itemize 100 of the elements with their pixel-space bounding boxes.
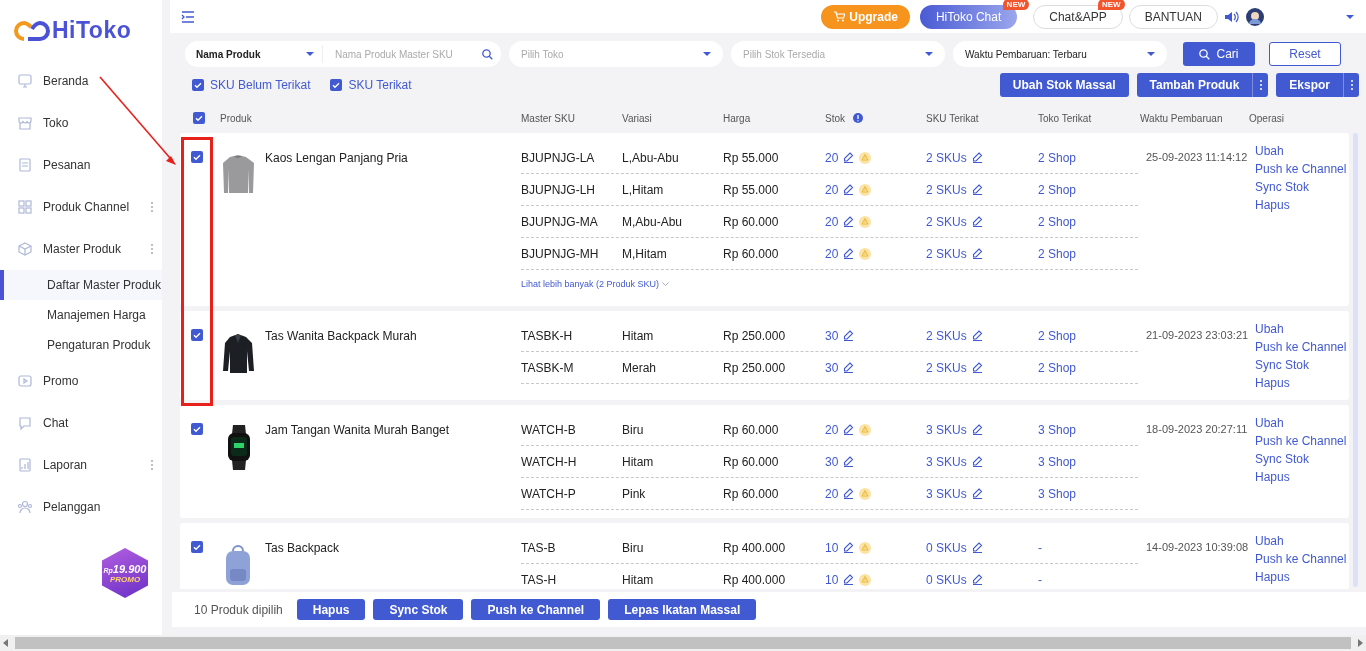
edit-icon[interactable] bbox=[843, 330, 855, 341]
stock-link[interactable]: 30 bbox=[825, 328, 839, 343]
linked-sku-link[interactable]: 3 SKUs bbox=[926, 486, 967, 501]
action-button[interactable]: Ekspor bbox=[1276, 73, 1343, 97]
linked-sku-link[interactable]: 2 SKUs bbox=[926, 182, 967, 197]
shop-link[interactable]: 2 Shop bbox=[1038, 246, 1077, 261]
stock-link[interactable]: 20 bbox=[825, 214, 839, 229]
edit-icon[interactable] bbox=[971, 362, 983, 373]
scrollbar[interactable] bbox=[0, 635, 1366, 651]
action-button[interactable]: Tambah Produk bbox=[1136, 73, 1253, 97]
top-button[interactable]: BANTUAN bbox=[1128, 4, 1218, 29]
nav-item[interactable]: Produk Channel bbox=[0, 186, 162, 228]
shop-link[interactable]: 3 Shop bbox=[1038, 454, 1077, 469]
stock-link[interactable]: 10 bbox=[825, 540, 839, 555]
submenu-item[interactable]: Pengaturan Produk bbox=[0, 330, 162, 360]
checkbox[interactable] bbox=[191, 423, 203, 435]
edit-icon[interactable] bbox=[971, 216, 983, 227]
stock-link[interactable]: 30 bbox=[825, 454, 839, 469]
edit-icon[interactable] bbox=[843, 216, 855, 227]
shop-link[interactable]: 2 Shop bbox=[1038, 182, 1077, 197]
operation-link[interactable]: Ubah bbox=[1255, 142, 1284, 160]
operation-link[interactable]: Push ke Channel bbox=[1255, 432, 1347, 450]
linked-sku-link[interactable]: 2 SKUs bbox=[926, 328, 967, 343]
edit-icon[interactable] bbox=[971, 542, 983, 553]
stock-link[interactable]: 20 bbox=[825, 422, 839, 437]
operation-link[interactable]: Hapus bbox=[1255, 374, 1290, 392]
linked-sku-link[interactable]: 3 SKUs bbox=[926, 454, 967, 469]
nav-item[interactable]: Pelanggan bbox=[0, 486, 162, 528]
edit-icon[interactable] bbox=[843, 152, 855, 163]
bulk-action-button[interactable]: Lepas Ikatan Massal bbox=[608, 599, 757, 620]
shop-link[interactable]: 2 Shop bbox=[1038, 214, 1077, 229]
checkbox[interactable] bbox=[191, 151, 203, 163]
linked-sku-link[interactable]: 0 SKUs bbox=[926, 540, 967, 555]
nav-item[interactable]: Master Produk bbox=[0, 228, 162, 270]
operation-link[interactable]: Push ke Channel bbox=[1255, 338, 1347, 356]
reset-button[interactable]: Reset bbox=[1269, 42, 1341, 66]
bulk-action-button[interactable]: Hapus bbox=[296, 599, 366, 620]
stock-link[interactable]: 10 bbox=[825, 572, 839, 587]
search-field[interactable]: Nama Produk Master SKU bbox=[323, 47, 501, 61]
checkbox[interactable] bbox=[191, 329, 203, 341]
field-type-select[interactable]: Nama Produk bbox=[185, 45, 323, 63]
operation-link[interactable]: Sync Stok bbox=[1255, 178, 1310, 196]
nav-item[interactable]: Promo bbox=[0, 360, 162, 402]
shop-link[interactable]: 3 Shop bbox=[1038, 422, 1077, 437]
operation-link[interactable]: Push ke Channel bbox=[1255, 160, 1347, 178]
submenu-item[interactable]: Daftar Master Produk bbox=[0, 270, 162, 300]
edit-icon[interactable] bbox=[843, 184, 855, 195]
nav-item[interactable]: Beranda bbox=[0, 60, 162, 102]
operation-link[interactable]: Push ke Channel bbox=[1255, 550, 1347, 568]
linked-sku-link[interactable]: 2 SKUs bbox=[926, 150, 967, 165]
edit-icon[interactable] bbox=[971, 488, 983, 499]
edit-icon[interactable] bbox=[843, 362, 855, 373]
bulk-action-button[interactable]: Sync Stok bbox=[373, 599, 464, 620]
edit-icon[interactable] bbox=[971, 574, 983, 585]
stock-link[interactable]: 20 bbox=[825, 246, 839, 261]
operation-link[interactable]: Ubah bbox=[1255, 532, 1284, 550]
operation-link[interactable]: Ubah bbox=[1255, 320, 1284, 338]
nav-item[interactable]: Laporan bbox=[0, 444, 162, 486]
nav-item[interactable]: Chat bbox=[0, 402, 162, 444]
operation-link[interactable]: Hapus bbox=[1255, 568, 1290, 586]
shop-link[interactable]: - bbox=[1038, 572, 1042, 587]
checkbox[interactable] bbox=[330, 79, 343, 91]
edit-icon[interactable] bbox=[843, 456, 855, 467]
edit-icon[interactable] bbox=[971, 184, 983, 195]
shop-link[interactable]: 2 Shop bbox=[1038, 360, 1077, 375]
submenu-item[interactable]: Manajemen Harga bbox=[0, 300, 162, 330]
linked-sku-link[interactable]: 2 SKUs bbox=[926, 360, 967, 375]
operation-link[interactable]: Hapus bbox=[1255, 196, 1290, 214]
shop-link[interactable]: 3 Shop bbox=[1038, 486, 1077, 501]
edit-icon[interactable] bbox=[971, 330, 983, 341]
operation-link[interactable]: Hapus bbox=[1255, 468, 1290, 486]
edit-icon[interactable] bbox=[843, 424, 855, 435]
edit-icon[interactable] bbox=[843, 574, 855, 585]
stock-link[interactable]: 20 bbox=[825, 182, 839, 197]
stock-link[interactable]: 20 bbox=[825, 150, 839, 165]
edit-icon[interactable] bbox=[843, 248, 855, 259]
show-more-link[interactable]: Lihat lebih banyak (2 Produk SKU) bbox=[521, 279, 660, 289]
stock-link[interactable]: 20 bbox=[825, 486, 839, 501]
nav-item[interactable]: Pesanan bbox=[0, 144, 162, 186]
edit-icon[interactable] bbox=[843, 542, 855, 553]
operation-link[interactable]: Ubah bbox=[1255, 414, 1284, 432]
more-button[interactable] bbox=[1343, 73, 1359, 97]
linked-sku-link[interactable]: 3 SKUs bbox=[926, 422, 967, 437]
stock-link[interactable]: 30 bbox=[825, 360, 839, 375]
nav-item[interactable]: Toko bbox=[0, 102, 162, 144]
shop-link[interactable]: 2 Shop bbox=[1038, 150, 1077, 165]
speaker-icon[interactable] bbox=[1224, 9, 1240, 24]
linked-sku-link[interactable]: 2 SKUs bbox=[926, 214, 967, 229]
checkbox[interactable] bbox=[191, 541, 203, 553]
action-button[interactable]: Ubah Stok Massal bbox=[999, 73, 1129, 97]
edit-icon[interactable] bbox=[971, 152, 983, 163]
checkbox[interactable] bbox=[193, 112, 205, 124]
edit-icon[interactable] bbox=[971, 248, 983, 259]
more-button[interactable] bbox=[1252, 73, 1269, 97]
shop-link[interactable]: - bbox=[1038, 540, 1042, 555]
linked-sku-link[interactable]: 0 SKUs bbox=[926, 572, 967, 587]
shop-link[interactable]: 2 Shop bbox=[1038, 328, 1077, 343]
search-button[interactable]: Cari bbox=[1183, 42, 1255, 66]
checkbox[interactable] bbox=[192, 79, 204, 91]
edit-icon[interactable] bbox=[971, 424, 983, 435]
